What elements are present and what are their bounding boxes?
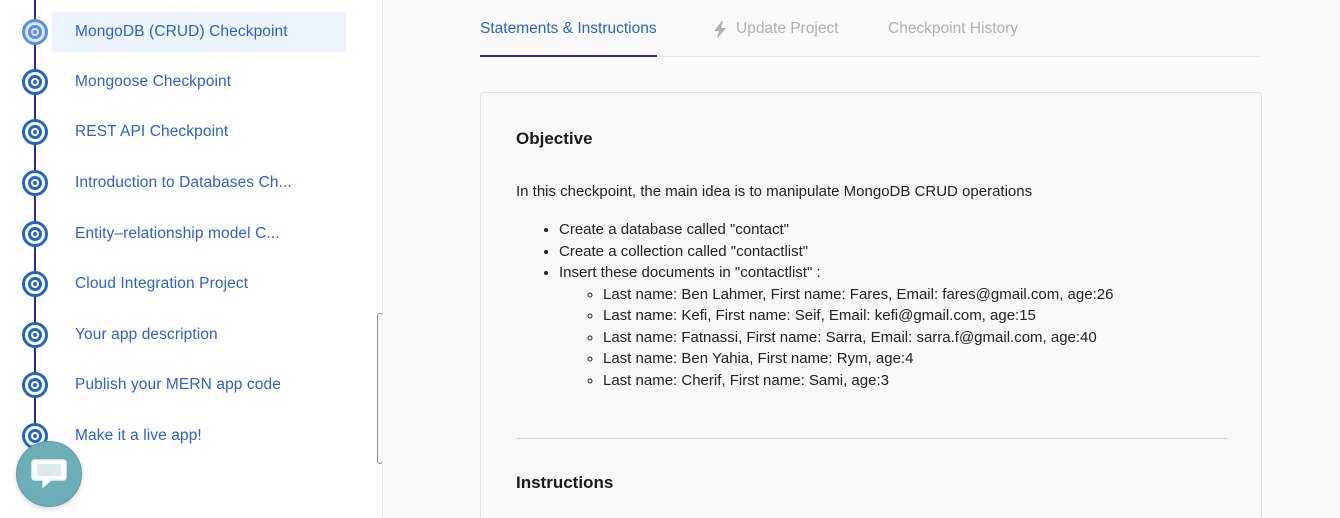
sidebar-item-label: Entity–relationship model C... xyxy=(75,225,280,242)
sidebar-item-cloud-integration-project[interactable]: Cloud Integration Project xyxy=(0,264,346,304)
section-divider xyxy=(516,438,1228,439)
tab-label: Statements & Instructions xyxy=(480,20,657,37)
sidebar-item-label: Introduction to Databases Ch... xyxy=(75,174,292,191)
sidebar-item-entity-relationship-model[interactable]: Entity–relationship model C... xyxy=(0,214,346,254)
target-icon xyxy=(22,69,48,95)
lightning-icon xyxy=(714,21,726,39)
sidebar-item-label: REST API Checkpoint xyxy=(75,123,229,140)
target-icon xyxy=(22,271,48,297)
target-icon xyxy=(22,372,48,398)
target-icon xyxy=(22,119,48,145)
objective-heading: Objective xyxy=(516,129,593,148)
sidebar-item-publish-mern-app-code[interactable]: Publish your MERN app code xyxy=(0,365,346,405)
sidebar-item-label: Make it a live app! xyxy=(75,427,202,444)
tab-label: Checkpoint History xyxy=(888,20,1019,37)
list-item-text: Insert these documents in "contactlist" … xyxy=(559,264,821,281)
statement-card: Objective In this checkpoint, the main i… xyxy=(480,92,1262,518)
sidebar-item-rest-api-checkpoint[interactable]: REST API Checkpoint xyxy=(0,112,346,152)
document-item: Last name: Kefi, First name: Seif, Email… xyxy=(603,305,1113,327)
document-item: Last name: Cherif, First name: Sami, age… xyxy=(603,370,1113,392)
target-icon xyxy=(22,19,48,45)
tab-statements-instructions[interactable]: Statements & Instructions xyxy=(480,20,657,57)
tab-update-project[interactable]: Update Project xyxy=(713,20,839,57)
list-item: Create a collection called "contactlist" xyxy=(559,241,1113,263)
sidebar-item-label: Publish your MERN app code xyxy=(75,376,281,393)
sidebar-item-your-app-description[interactable]: Your app description xyxy=(0,315,346,355)
instructions-heading: Instructions xyxy=(516,473,614,492)
objective-intro: In this checkpoint, the main idea is to … xyxy=(516,183,1033,200)
sidebar-item-label: Your app description xyxy=(75,326,218,343)
document-item: Last name: Ben Lahmer, First name: Fares… xyxy=(603,284,1113,306)
tab-label: Update Project xyxy=(736,20,839,37)
sidebar-item-label: MongoDB (CRUD) Checkpoint xyxy=(75,23,288,40)
main-content: Statements & Instructions Update Project… xyxy=(384,0,1340,518)
sidebar-item-introduction-to-databases[interactable]: Introduction to Databases Ch... xyxy=(0,163,346,203)
sidebar: MongoDB (CRUD) Checkpoint Mongoose Check… xyxy=(0,0,383,518)
sidebar-item-label: Cloud Integration Project xyxy=(75,275,249,292)
tab-checkpoint-history[interactable]: Checkpoint History xyxy=(888,20,1018,57)
target-icon xyxy=(22,221,48,247)
target-icon xyxy=(22,322,48,348)
documents-list: Last name: Ben Lahmer, First name: Fares… xyxy=(603,284,1113,392)
sidebar-item-label: Mongoose Checkpoint xyxy=(75,73,232,90)
document-item: Last name: Fatnassi, First name: Sarra, … xyxy=(603,327,1113,349)
chat-button[interactable] xyxy=(16,441,82,507)
target-icon xyxy=(22,170,48,196)
objective-list: Create a database called "contact" Creat… xyxy=(559,219,1113,391)
chat-bubble-icon xyxy=(31,459,67,489)
list-item: Insert these documents in "contactlist" … xyxy=(559,262,1113,391)
list-item: Create a database called "contact" xyxy=(559,219,1113,241)
tab-bar: Statements & Instructions Update Project… xyxy=(480,0,1261,57)
sidebar-item-mongoose-checkpoint[interactable]: Mongoose Checkpoint xyxy=(0,62,346,102)
sidebar-scrollbar[interactable] xyxy=(377,313,382,464)
document-item: Last name: Ben Yahia, First name: Rym, a… xyxy=(603,348,1113,370)
sidebar-item-mongodb-crud-checkpoint[interactable]: MongoDB (CRUD) Checkpoint xyxy=(0,12,346,52)
